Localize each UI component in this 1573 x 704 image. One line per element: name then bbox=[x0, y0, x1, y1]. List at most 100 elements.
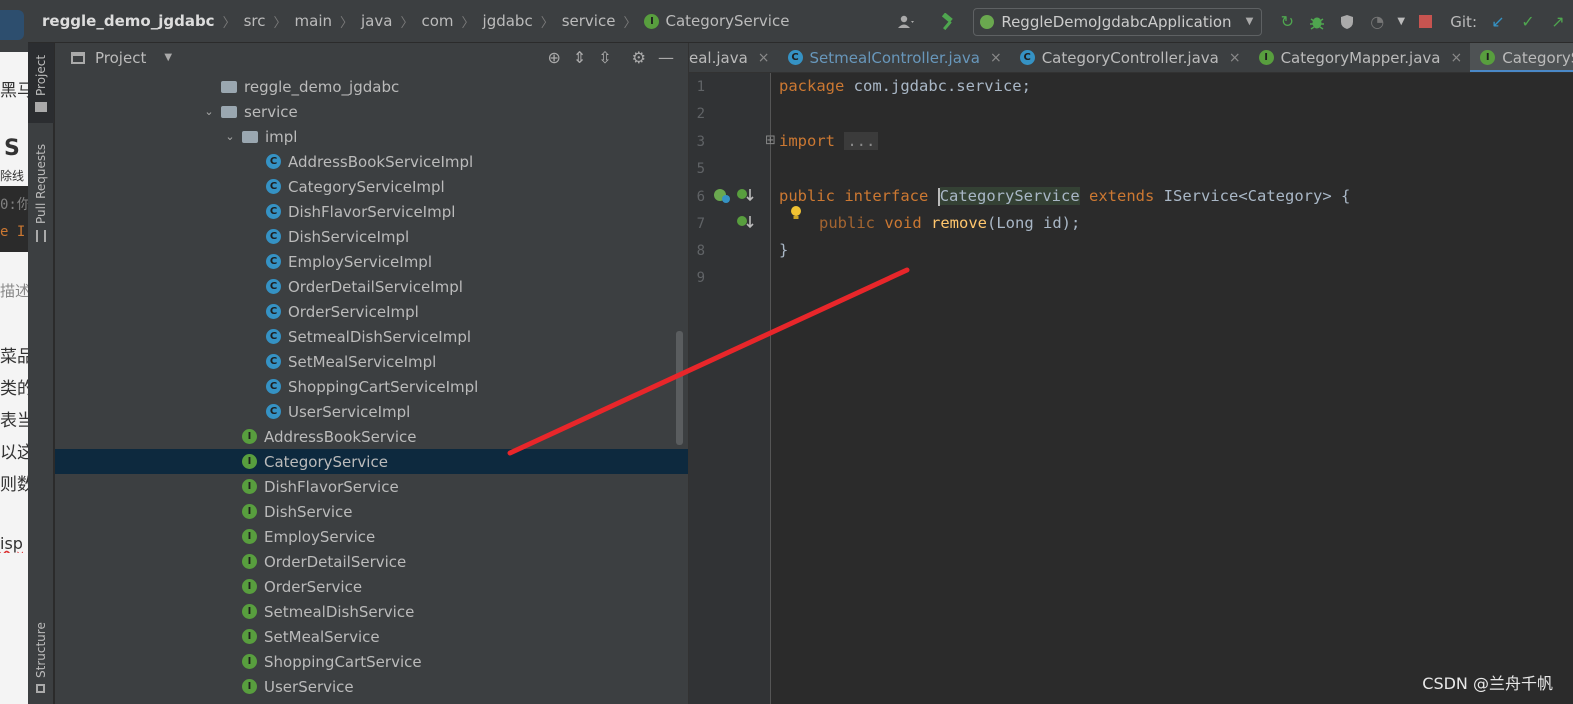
close-tab-icon[interactable]: × bbox=[990, 50, 1002, 66]
tree-node[interactable]: I UserService bbox=[55, 674, 688, 699]
run-configuration-dropdown[interactable]: ReggleDemoJgdabcApplication ▼ bbox=[973, 7, 1263, 36]
breadcrumb-item[interactable]: CategoryService bbox=[665, 12, 789, 30]
code-line: public void remove(Long id); bbox=[819, 214, 1081, 232]
project-view-selector[interactable]: Project ▼ bbox=[55, 49, 172, 67]
breadcrumb-item[interactable]: service bbox=[562, 12, 616, 30]
build-hammer-icon[interactable] bbox=[936, 10, 960, 34]
code-editor: eal.java × C SetmealController.java × C Catego… bbox=[688, 43, 1573, 704]
editor-tab[interactable]: eal.java × bbox=[689, 43, 778, 72]
close-tab-icon[interactable]: × bbox=[1229, 50, 1241, 66]
folded-imports[interactable]: ... bbox=[844, 132, 879, 150]
close-tab-icon[interactable]: × bbox=[758, 50, 770, 66]
tree-node[interactable]: C SetmealDishServiceImpl bbox=[55, 324, 688, 349]
git-commit-icon[interactable]: ✓ bbox=[1516, 10, 1540, 34]
leak-text: 类的 bbox=[0, 379, 28, 399]
minimize-icon[interactable]: — bbox=[658, 48, 674, 67]
tab-label: Pull Requests bbox=[34, 143, 48, 224]
chevron-down-icon: ▼ bbox=[1245, 16, 1254, 27]
tool-window-tab-project[interactable]: Project bbox=[28, 43, 54, 123]
tool-window-tab-structure[interactable]: Structure bbox=[28, 613, 54, 703]
tree-node[interactable]: ⌄ impl bbox=[55, 124, 688, 149]
breadcrumb: reggle_demo_jgdabc 〉 src 〉 main 〉 java 〉 com 〉 jgd… bbox=[28, 12, 789, 31]
breadcrumb-item[interactable]: reggle_demo_jgdabc bbox=[42, 12, 215, 30]
interface-icon: I bbox=[242, 679, 257, 694]
tree-node-label: CategoryServiceImpl bbox=[288, 177, 445, 196]
tree-node[interactable]: C ShoppingCartServiceImpl bbox=[55, 374, 688, 399]
tree-scrollbar[interactable] bbox=[676, 331, 683, 445]
left-tool-stripe: Project Pull Requests Structure bbox=[28, 43, 54, 704]
tree-node[interactable]: I DishService bbox=[55, 499, 688, 524]
tree-node-label: reggle_demo_jgdabc bbox=[244, 77, 400, 96]
tree-node[interactable]: I AddressBookService bbox=[55, 424, 688, 449]
tree-node[interactable]: I OrderService bbox=[55, 574, 688, 599]
implemented-down-arrow-icon[interactable] bbox=[736, 187, 754, 207]
tree-node-label: DishService bbox=[264, 502, 353, 521]
breadcrumb-item[interactable]: src bbox=[244, 12, 266, 30]
folder-icon bbox=[35, 101, 47, 112]
tool-window-tab-pull-requests[interactable]: Pull Requests bbox=[28, 135, 54, 250]
stop-icon[interactable] bbox=[1413, 10, 1437, 34]
tree-node-label: DishFlavorServiceImpl bbox=[288, 202, 456, 221]
tree-node[interactable]: C CategoryServiceImpl bbox=[55, 174, 688, 199]
tree-node[interactable]: I ShoppingCartService bbox=[55, 649, 688, 674]
tree-node-label: OrderDetailServiceImpl bbox=[288, 277, 463, 296]
tree-node[interactable]: C EmployServiceImpl bbox=[55, 249, 688, 274]
tree-node[interactable]: C UserServiceImpl bbox=[55, 399, 688, 424]
tree-node[interactable]: C OrderDetailServiceImpl bbox=[55, 274, 688, 299]
rerun-icon[interactable]: ↻ bbox=[1275, 10, 1299, 34]
git-update-icon[interactable]: ↙ bbox=[1486, 10, 1510, 34]
breadcrumb-separator: 〉 bbox=[340, 15, 354, 31]
close-tab-icon[interactable]: × bbox=[1450, 50, 1462, 66]
breadcrumb-item[interactable]: com bbox=[421, 12, 453, 30]
chevron-down-icon[interactable]: ⌄ bbox=[201, 105, 217, 118]
tree-node[interactable]: I EmployService bbox=[55, 524, 688, 549]
breadcrumb-item[interactable]: java bbox=[361, 12, 392, 30]
expand-all-icon[interactable]: ⇕ bbox=[573, 48, 586, 67]
main-toolbar: ReggleDemoJgdabcApplication ▼ ↻ ◔ ▼ Git:… bbox=[892, 0, 1573, 43]
tab-label: Project bbox=[34, 54, 48, 96]
gear-icon[interactable]: ⚙ bbox=[632, 48, 646, 67]
collapse-all-icon[interactable]: ⇳ bbox=[598, 48, 611, 67]
implemented-down-arrow-icon[interactable] bbox=[736, 214, 754, 234]
project-panel-title: Project bbox=[95, 48, 147, 67]
structure-icon bbox=[36, 684, 46, 694]
user-icon[interactable] bbox=[895, 10, 919, 34]
editor-tab-bar: eal.java × C SetmealController.java × C Catego… bbox=[689, 43, 1573, 73]
tree-node[interactable]: C SetMealServiceImpl bbox=[55, 349, 688, 374]
tree-node-label: EmployServiceImpl bbox=[288, 252, 432, 271]
tree-node-label: impl bbox=[265, 127, 298, 146]
coverage-shield-icon[interactable] bbox=[1335, 10, 1359, 34]
tree-node[interactable]: C DishFlavorServiceImpl bbox=[55, 199, 688, 224]
breadcrumb-item[interactable]: main bbox=[295, 12, 332, 30]
editor-tab[interactable]: C SetmealController.java × bbox=[778, 43, 1010, 72]
tree-node-label: EmployService bbox=[264, 527, 376, 546]
tree-node[interactable]: C OrderServiceImpl bbox=[55, 299, 688, 324]
tree-node[interactable]: I DishFlavorService bbox=[55, 474, 688, 499]
intention-bulb-icon[interactable] bbox=[789, 205, 803, 221]
tree-node[interactable]: C DishServiceImpl bbox=[55, 224, 688, 249]
chevron-down-icon[interactable]: ⌄ bbox=[222, 130, 238, 143]
locate-crosshair-icon[interactable]: ⊕ bbox=[547, 48, 560, 67]
git-push-icon[interactable]: ↗ bbox=[1546, 10, 1570, 34]
editor-tab[interactable]: C CategoryController.java × bbox=[1010, 43, 1249, 72]
editor-tab-label: CategoryController.java bbox=[1041, 48, 1219, 67]
profiler-icon[interactable]: ◔ bbox=[1365, 10, 1389, 34]
editor-tab[interactable]: I CategorySe bbox=[1470, 43, 1573, 72]
debug-bug-icon[interactable] bbox=[1305, 10, 1329, 34]
fold-expand-icon[interactable]: ⊞ bbox=[765, 133, 776, 148]
tree-node[interactable]: I CategoryService bbox=[55, 449, 688, 474]
tree-node[interactable]: I SetMealService bbox=[55, 624, 688, 649]
editor-tab[interactable]: I CategoryMapper.java × bbox=[1249, 43, 1471, 72]
run-configuration-label: ReggleDemoJgdabcApplication bbox=[1001, 12, 1232, 31]
tree-node[interactable]: I SetmealDishService bbox=[55, 599, 688, 624]
code-area[interactable]: package com.jgdabc.service; import ... p… bbox=[779, 73, 1573, 704]
spring-bean-gutter-icon[interactable] bbox=[713, 187, 731, 207]
interface-icon: I bbox=[242, 579, 257, 594]
breadcrumb-item[interactable]: jgdabc bbox=[483, 12, 533, 30]
chevron-down-icon[interactable]: ▼ bbox=[1395, 10, 1407, 34]
tree-node[interactable]: ⌄ service bbox=[55, 99, 688, 124]
tree-node[interactable]: C AddressBookServiceImpl bbox=[55, 149, 688, 174]
tree-node[interactable]: I OrderDetailService bbox=[55, 549, 688, 574]
line-number: 7 bbox=[696, 216, 705, 232]
tree-node[interactable]: reggle_demo_jgdabc bbox=[55, 74, 688, 99]
